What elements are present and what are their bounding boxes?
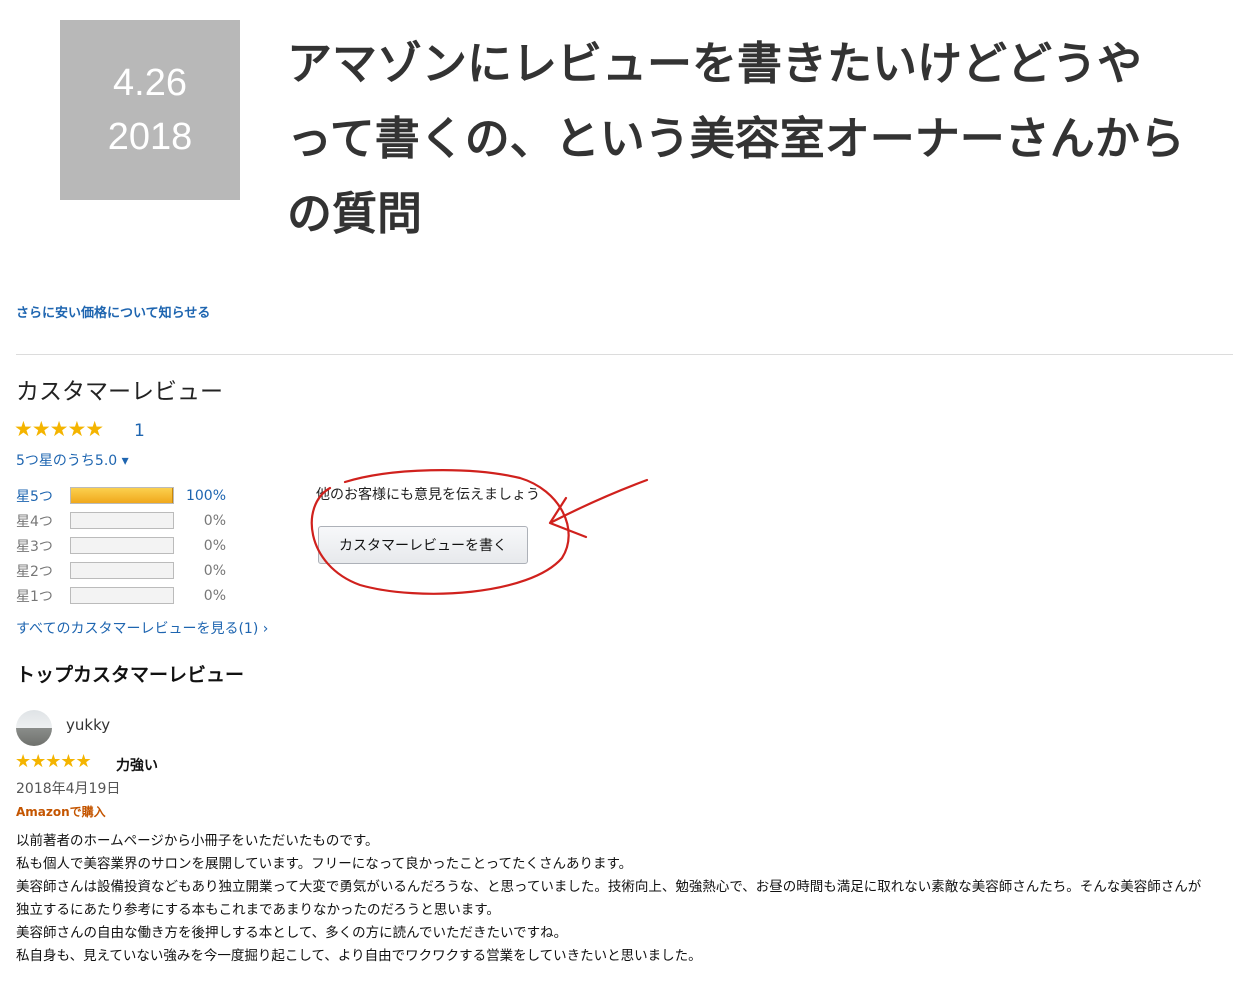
annotation-arrow-head [548, 496, 588, 539]
customer-reviews-heading: カスタマーレビュー [16, 379, 223, 405]
overall-star-rating: ★★★★★ [14, 417, 104, 441]
review-paragraph: 美容師さんは設備投資などもあり独立開業って大変で勇気がいるんだろうな、と思ってい… [16, 879, 1202, 918]
histogram-percent: 0% [203, 562, 226, 579]
histogram-percent: 0% [203, 537, 226, 554]
annotation-arrow-shaft [550, 478, 649, 524]
review-paragraph: 私自身も、見えていない強みを今一度掘り起こして、より自由でワクワクする営業をして… [16, 948, 702, 964]
histogram-label: 星5つ [16, 488, 53, 505]
post-date-year: 2018 [107, 116, 193, 158]
divider [16, 354, 1233, 355]
histogram-row-1: 星1つ 0% [16, 583, 226, 608]
histogram-percent: 0% [203, 587, 226, 604]
histogram-label: 星2つ [16, 563, 53, 580]
average-rating-dropdown[interactable]: 5つ星のうち5.0 ▾ [16, 450, 129, 470]
write-review-button[interactable]: カスタマーレビューを書く [318, 526, 528, 564]
histogram-row-3: 星3つ 0% [16, 533, 226, 558]
review-paragraph: 以前著者のホームページから小冊子をいただいたものです。 [16, 833, 379, 849]
review-paragraph: 美容師さんの自由な働き方を後押しする本として、多くの方に読んでいただきたいですね… [16, 925, 568, 941]
top-reviews-heading: トップカスタマーレビュー [16, 664, 245, 686]
histogram-label: 星4つ [16, 513, 53, 530]
histogram-row-2: 星2つ 0% [16, 558, 226, 583]
amazon-screenshot: さらに安い価格について知らせる カスタマーレビュー ★★★★★ 1 5つ星のうち… [0, 290, 1233, 998]
histogram-bar [70, 587, 174, 604]
histogram-bar [70, 487, 174, 504]
post-title: アマゾンにレビューを書きたいけどどうやって書くの、という美容室オーナーさんからの… [287, 37, 1185, 240]
post-date-day: 4.26 [113, 62, 187, 104]
histogram-bar-fill [71, 488, 173, 503]
review-count-link[interactable]: 1 [134, 421, 145, 441]
verified-purchase-badge: Amazonで購入 [16, 805, 106, 819]
histogram-bar [70, 512, 174, 529]
review-title[interactable]: 力強い [116, 755, 158, 775]
histogram-bar [70, 562, 174, 579]
histogram-percent: 100% [185, 487, 226, 504]
histogram-label: 星3つ [16, 538, 53, 555]
histogram-label: 星1つ [16, 588, 53, 605]
share-opinion-prompt: 他のお客様にも意見を伝えましょう [316, 487, 540, 503]
histogram-percent: 0% [203, 512, 226, 529]
histogram-row-5[interactable]: 星5つ 100% [16, 483, 226, 508]
post-date-box: 4.26 2018 [60, 20, 240, 200]
review-paragraph: 私も個人で美容業界のサロンを展開しています。フリーになって良かったことってたくさ… [16, 856, 633, 872]
reviewer-avatar[interactable] [16, 710, 52, 746]
histogram-bar [70, 537, 174, 554]
histogram-row-4: 星4つ 0% [16, 508, 226, 533]
review-body: 以前著者のホームページから小冊子をいただいたものです。 私も個人で美容業界のサロ… [16, 830, 1211, 968]
price-alert-link[interactable]: さらに安い価格について知らせる [16, 302, 210, 321]
review-date: 2018年4月19日 [16, 781, 121, 797]
see-all-reviews-link[interactable]: すべてのカスタマーレビューを見る(1) › [16, 618, 268, 638]
review-star-rating: ★★★★★ [15, 751, 92, 772]
rating-histogram: 星5つ 100% 星4つ 0% 星3つ 0% 星2つ 0% 星1つ 0% [16, 483, 226, 608]
reviewer-name[interactable]: yukky [66, 716, 110, 734]
